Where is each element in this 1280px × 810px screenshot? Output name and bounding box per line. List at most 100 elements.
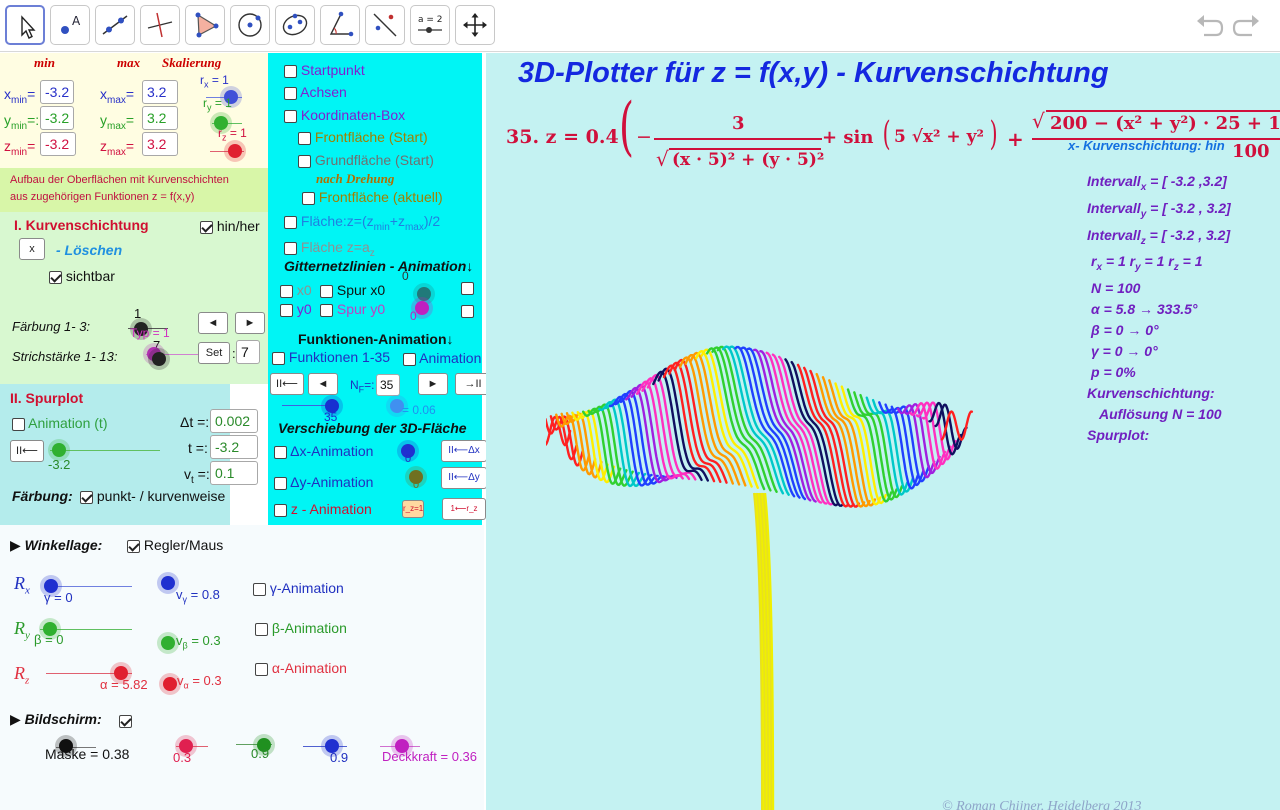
- opt-grundflaeche-start[interactable]: Grundfläche (Start): [298, 152, 434, 168]
- y0-toggle[interactable]: y0: [280, 301, 312, 317]
- visible-checkbox[interactable]: [49, 270, 62, 284]
- graphics-view[interactable]: 3D-Plotter für z = f(x,y) - Kurvenschich…: [486, 53, 1280, 810]
- opt-flaeche-mittel[interactable]: Fläche:z=(zmin+zmax)/2: [284, 213, 440, 233]
- dx-toggle[interactable]: Δx-Animation: [274, 443, 373, 459]
- y0-extra-toggle[interactable]: [461, 302, 474, 318]
- pointwise-toggle[interactable]: punkt- / kurvenweise: [80, 488, 225, 504]
- alpha-anim-checkbox[interactable]: [255, 662, 268, 676]
- opt-koordinaten-box[interactable]: Koordinaten-Box: [284, 107, 405, 123]
- hinher-toggle[interactable]: hin/her: [200, 218, 260, 234]
- x0-extra-toggle[interactable]: [461, 279, 474, 295]
- beta-anim-toggle[interactable]: β-Animation: [255, 620, 347, 636]
- opt-flaeche-a[interactable]: Fläche z=az: [284, 239, 375, 259]
- vbeta-slider-handle[interactable]: [157, 632, 179, 654]
- circle-tool[interactable]: [230, 5, 270, 45]
- stroke-slider-marker[interactable]: [148, 348, 170, 370]
- func-checkbox[interactable]: [272, 351, 285, 365]
- x0-checkbox[interactable]: [280, 284, 293, 298]
- undo-icon[interactable]: [1194, 12, 1224, 40]
- x0-toggle[interactable]: x0: [280, 282, 312, 298]
- dy-reset-button[interactable]: II⟵Δy: [441, 467, 487, 489]
- grundflaeche-start-checkbox[interactable]: [298, 154, 311, 168]
- slider-tool[interactable]: a = 2: [410, 5, 450, 45]
- spur-x0-checkbox[interactable]: [320, 284, 333, 298]
- screen-toggle[interactable]: [119, 712, 132, 728]
- ymax-input[interactable]: 3.2: [142, 106, 178, 130]
- dt-input[interactable]: 0.002: [210, 409, 258, 433]
- vt-input[interactable]: 0.1: [210, 461, 258, 485]
- visible-toggle[interactable]: sichtbar: [49, 268, 115, 284]
- gamma-anim-toggle[interactable]: γ-Animation: [253, 580, 344, 596]
- polygon-tool[interactable]: [185, 5, 225, 45]
- redo-icon[interactable]: [1232, 12, 1262, 40]
- screen-checkbox[interactable]: [119, 714, 132, 728]
- func-prev-button[interactable]: ◄: [308, 373, 338, 395]
- t-slider-handle[interactable]: [48, 439, 70, 461]
- regler-checkbox[interactable]: [127, 539, 140, 553]
- beta-anim-checkbox[interactable]: [255, 622, 268, 636]
- regler-toggle[interactable]: Regler/Maus: [127, 537, 223, 553]
- spur-x0-toggle[interactable]: Spur x0: [320, 282, 385, 298]
- vgamma-slider-handle[interactable]: [157, 572, 179, 594]
- alpha-anim-toggle[interactable]: α-Animation: [255, 660, 347, 676]
- line-tool[interactable]: [95, 5, 135, 45]
- coloring-prev-button[interactable]: ◄: [198, 312, 228, 334]
- anim-t-toggle[interactable]: Animation (t): [12, 415, 107, 431]
- func-anim-checkbox[interactable]: [403, 352, 416, 366]
- spur-y0-checkbox[interactable]: [320, 303, 333, 317]
- reflect-tool[interactable]: [365, 5, 405, 45]
- dy-checkbox[interactable]: [274, 476, 287, 490]
- achsen-checkbox[interactable]: [284, 86, 297, 100]
- dy-toggle[interactable]: Δy-Animation: [274, 474, 373, 490]
- rz-one-button[interactable]: r_z=1: [402, 500, 424, 518]
- dx-reset-button[interactable]: II⟵Δx: [441, 440, 487, 462]
- stroke-input[interactable]: 7: [236, 340, 260, 364]
- hinher-checkbox[interactable]: [200, 220, 213, 234]
- rz-slider-handle[interactable]: [224, 140, 246, 162]
- y0-checkbox[interactable]: [280, 303, 293, 317]
- anim-t-checkbox[interactable]: [12, 417, 25, 431]
- opt-frontflaeche-start[interactable]: Frontfläche (Start): [298, 129, 428, 145]
- nf-input[interactable]: 35: [376, 374, 400, 396]
- func-reset-button[interactable]: II⟵: [270, 373, 304, 395]
- coloring-next-button[interactable]: ►: [235, 312, 265, 334]
- valpha-slider-handle[interactable]: [159, 673, 181, 695]
- rz-reset-button[interactable]: 1⟵r_z: [442, 498, 486, 520]
- gamma-anim-checkbox[interactable]: [253, 582, 266, 596]
- startpunkt-checkbox[interactable]: [284, 64, 297, 78]
- move-view-tool[interactable]: [455, 5, 495, 45]
- point-tool[interactable]: A: [50, 5, 90, 45]
- angle-tool[interactable]: [320, 5, 360, 45]
- set-button[interactable]: Set: [198, 342, 230, 364]
- ymin-input[interactable]: -3.2: [40, 106, 74, 130]
- func-next-button[interactable]: ►: [418, 373, 448, 395]
- opt-startpunkt[interactable]: Startpunkt: [284, 62, 365, 78]
- koordinaten-box-checkbox[interactable]: [284, 109, 297, 123]
- move-tool[interactable]: [5, 5, 45, 45]
- reset-t-button[interactable]: II⟵: [10, 440, 44, 462]
- flaeche-a-checkbox[interactable]: [284, 241, 297, 255]
- z-anim-checkbox[interactable]: [274, 503, 287, 517]
- zmax-input[interactable]: 3.2: [142, 132, 178, 156]
- x0-extra-checkbox[interactable]: [461, 281, 474, 295]
- t-input[interactable]: -3.2: [210, 435, 258, 459]
- frontflaeche-start-checkbox[interactable]: [298, 131, 311, 145]
- flaeche-mittel-checkbox[interactable]: [284, 215, 297, 229]
- frontflaeche-aktuell-checkbox[interactable]: [302, 191, 315, 205]
- opt-achsen[interactable]: Achsen: [284, 84, 347, 100]
- dx-checkbox[interactable]: [274, 445, 287, 459]
- opt-frontflaeche-aktuell[interactable]: Frontfläche (aktuell): [302, 189, 443, 205]
- ellipse-tool[interactable]: [275, 5, 315, 45]
- func-toggle[interactable]: Funktionen 1-35: [272, 349, 390, 365]
- perpendicular-tool[interactable]: [140, 5, 180, 45]
- zmin-input[interactable]: -3.2: [40, 132, 76, 156]
- angle-title[interactable]: ▶ Winkellage:: [10, 537, 102, 554]
- y0-extra-checkbox[interactable]: [461, 304, 474, 318]
- spur-y0-toggle[interactable]: Spur y0: [320, 301, 385, 317]
- func-anim-toggle[interactable]: Animation: [403, 350, 481, 366]
- y0-slider-handle[interactable]: [411, 297, 433, 319]
- xmax-input[interactable]: 3.2: [142, 80, 178, 104]
- z-anim-toggle[interactable]: z - Animation: [274, 501, 372, 517]
- delete-button[interactable]: x: [19, 238, 45, 260]
- pointwise-checkbox[interactable]: [80, 490, 93, 504]
